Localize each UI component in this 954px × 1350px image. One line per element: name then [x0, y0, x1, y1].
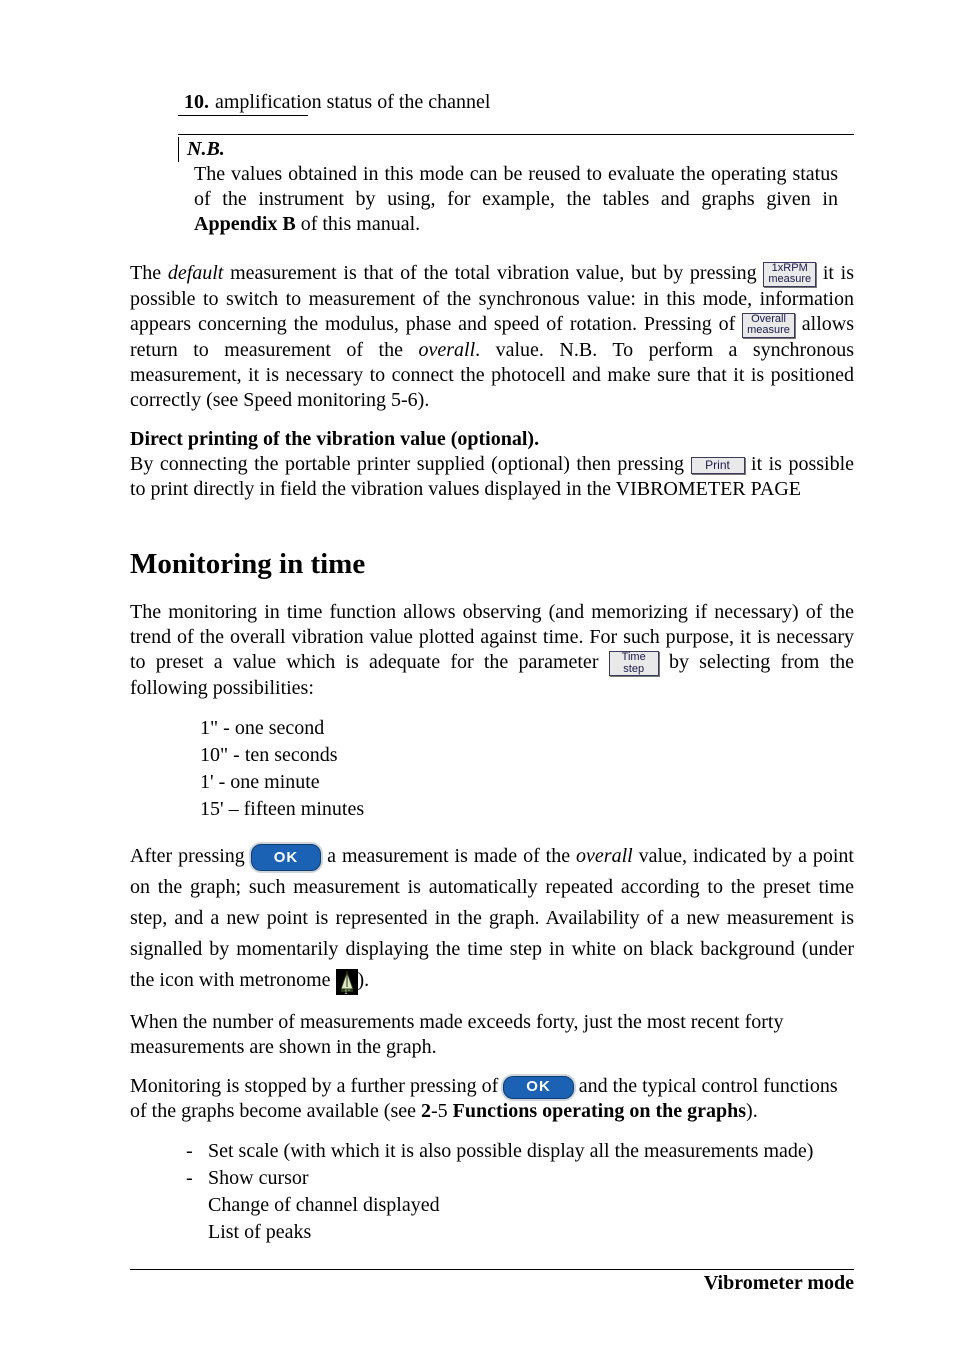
- ok-button[interactable]: OK: [503, 1076, 574, 1099]
- print-button[interactable]: Print: [691, 457, 745, 474]
- metronome-icon: 1": [336, 969, 358, 995]
- appendix-b-ref: Appendix B: [194, 213, 296, 235]
- nb-body: The values obtained in this mode can be …: [194, 162, 838, 237]
- graph-functions-list: Set scale (with which it is also possibl…: [180, 1138, 854, 1246]
- footer-text: Vibrometer mode: [704, 1271, 854, 1296]
- bullet-list-peaks: List of peaks: [180, 1219, 854, 1246]
- nb-rule-extension: [178, 115, 308, 116]
- time-step-options: 1" - one second 10" - ten seconds 1' - o…: [200, 715, 854, 823]
- time-option: 10" - ten seconds: [200, 742, 854, 769]
- list-item-text: amplification status of the channel: [215, 91, 490, 113]
- list-item-10: amplification status of the channel: [184, 90, 854, 115]
- footer-rule: [130, 1269, 854, 1270]
- nb-header: N.B.: [178, 137, 225, 162]
- time-step-button[interactable]: Timestep: [609, 651, 659, 676]
- bullet-show-cursor: Show cursor: [180, 1165, 854, 1192]
- section-title-monitoring: Monitoring in time: [130, 546, 854, 582]
- time-option: 1' - one minute: [200, 769, 854, 796]
- bullet-set-scale: Set scale (with which it is also possibl…: [180, 1138, 854, 1165]
- svg-text:1": 1": [344, 990, 349, 995]
- monitoring-intro: The monitoring in time function allows o…: [130, 600, 854, 701]
- rpm-measure-button[interactable]: 1xRPMmeasure: [763, 262, 816, 287]
- monitoring-stop-paragraph: Monitoring is stopped by a further press…: [130, 1074, 854, 1124]
- direct-printing-heading: Direct printing of the vibration value (…: [130, 427, 854, 452]
- nb-box: N.B. The values obtained in this mode ca…: [178, 134, 854, 243]
- default-word: default: [168, 262, 224, 284]
- overall-measure-button[interactable]: Overallmeasure: [742, 313, 795, 338]
- overall-word: overall: [418, 339, 475, 361]
- time-option: 1" - one second: [200, 715, 854, 742]
- direct-printing-body: By connecting the portable printer suppl…: [130, 452, 854, 502]
- bullet-change-channel: Change of channel displayed: [180, 1192, 854, 1219]
- forty-paragraph: When the number of measurements made exc…: [130, 1010, 854, 1060]
- paragraph-default-measurement: The default measurement is that of the t…: [130, 261, 854, 413]
- overall-word: overall: [576, 845, 633, 867]
- time-option: 15' – fifteen minutes: [200, 796, 854, 823]
- ordered-list: amplification status of the channel: [130, 90, 854, 115]
- after-pressing-paragraph: After pressing OK a measurement is made …: [130, 841, 854, 996]
- ok-button[interactable]: OK: [251, 844, 322, 871]
